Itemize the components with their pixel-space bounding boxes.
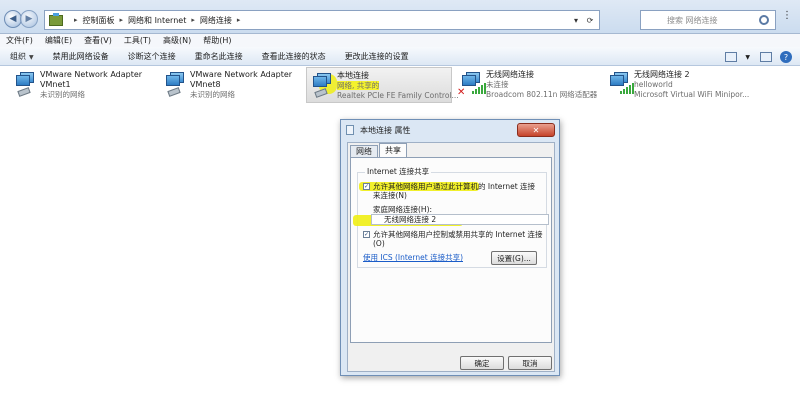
chevron-right-icon: ▸ — [191, 16, 195, 24]
allow-sharing-line1: 允许其他网络用户通过此计算机的 Internet 连接 — [373, 182, 536, 191]
tab-sharing[interactable]: 共享 — [379, 143, 407, 157]
menu-bar: 文件(F) 编辑(E) 查看(V) 工具(T) 高级(N) 帮助(H) — [0, 34, 800, 47]
adapter-status: helloworld — [634, 80, 673, 89]
arrow-left-icon: ◀ — [9, 14, 17, 24]
adapter-name-line2: VMnet8 — [190, 80, 221, 89]
allow-sharing-label: 允许其他网络用户通过此计算机的 Internet 连接 来连接(N) — [373, 182, 543, 200]
diagnose-button[interactable]: 诊断这个连接 — [128, 51, 176, 62]
view-status-button[interactable]: 查看此连接的状态 — [262, 51, 326, 62]
adapter-name: VMware Network Adapter — [190, 70, 293, 79]
dialog-body: 网络 共享 Internet 连接共享 ✓ 允许其他网络用户通过此计算机的 In… — [347, 142, 555, 372]
chevron-right-icon: ▸ — [236, 16, 241, 24]
wireless-adapter-icon — [604, 67, 634, 103]
allow-control-label: 允许其他网络用户控制或禁用共享的 Internet 连接 (O) — [373, 230, 543, 248]
tab-network[interactable]: 网络 — [350, 145, 378, 157]
chevron-right-icon: ▸ — [119, 16, 124, 24]
address-input[interactable]: ▸ 控制面板 ▸ 网络和 Internet ▸ 网络连接 ▸ ▾ ⟳ — [44, 10, 600, 30]
arrow-right-icon: ▶ — [25, 14, 33, 24]
change-settings-button[interactable]: 更改此连接的设置 — [345, 51, 409, 62]
search-input[interactable]: 搜索 网络连接 — [640, 10, 776, 30]
allow-sharing-line2: 来连接(N) — [373, 191, 407, 200]
adapter-name: 本地连接 — [337, 71, 369, 80]
ok-button[interactable]: 确定 — [460, 356, 504, 370]
adapter-device: Broadcom 802.11n 网络适配器 — [486, 90, 598, 99]
menu-view[interactable]: 查看(V) — [84, 35, 112, 46]
adapter-name: 无线网络连接 2 — [634, 70, 690, 79]
adapter-vmnet1[interactable]: VMware Network Adapter VMnet1 未识别的网络 — [10, 67, 143, 103]
dialog-title: 本地连接 属性 — [360, 125, 411, 135]
breadcrumb-item[interactable]: 网络和 Internet — [128, 15, 186, 26]
allow-sharing-checkbox[interactable]: ✓ — [363, 183, 370, 190]
adapter-wireless[interactable]: ✕ 无线网络连接 未连接 Broadcom 802.11n 网络适配器 — [456, 67, 598, 103]
adapter-name: 无线网络连接 — [486, 70, 534, 79]
adapter-status-text: 网络, 共享的 — [337, 81, 380, 90]
network-adapter-icon — [160, 67, 190, 103]
home-network-select[interactable]: 无线网络连接 2 — [371, 214, 549, 225]
adapter-local-connection[interactable]: 本地连接 网络, 共享的 Realtek PCIe FE Family Cont… — [306, 67, 459, 104]
allow-control-line1: 允许其他网络用户控制或禁用共享的 Internet 连接 — [373, 230, 543, 239]
menu-tools[interactable]: 工具(T) — [124, 35, 151, 46]
rename-button[interactable]: 重命名此连接 — [195, 51, 243, 62]
adapter-status: 未连接 — [486, 80, 509, 89]
adapter-device: Realtek PCIe FE Family Control... — [337, 91, 459, 100]
organize-button[interactable]: 组织 ▼ — [10, 51, 34, 62]
group-title: Internet 连接共享 — [365, 166, 432, 177]
allow-control-line2: (O) — [373, 239, 385, 248]
preview-pane-icon[interactable] — [760, 52, 772, 62]
adapter-status: 未识别的网络 — [40, 90, 85, 99]
adapter-vmnet8[interactable]: VMware Network Adapter VMnet8 未识别的网络 — [160, 67, 293, 103]
properties-dialog: 本地连接 属性 ✕ 网络 共享 Internet 连接共享 ✓ 允许其他网络用户… — [340, 119, 560, 376]
breadcrumb-item[interactable]: 网络连接 — [200, 15, 232, 26]
menu-edit[interactable]: 编辑(E) — [45, 35, 72, 46]
menu-advanced[interactable]: 高级(N) — [163, 35, 191, 46]
signal-bars-icon — [472, 83, 487, 94]
adapter-name: VMware Network Adapter — [40, 70, 143, 79]
help-icon[interactable]: ? — [780, 51, 792, 63]
disconnected-icon: ✕ — [457, 87, 466, 98]
search-placeholder: 搜索 网络连接 — [667, 15, 718, 25]
chevron-down-icon: ▼ — [29, 53, 34, 61]
adapter-list: VMware Network Adapter VMnet1 未识别的网络 VMw… — [0, 67, 800, 103]
command-bar: 组织 ▼ 禁用此网络设备 诊断这个连接 重命名此连接 查看此连接的状态 更改此连接… — [0, 47, 800, 66]
adapter-status: 未识别的网络 — [190, 90, 235, 99]
allow-control-checkbox[interactable]: ✓ — [363, 231, 370, 238]
close-button[interactable]: ✕ — [517, 123, 555, 137]
menu-file[interactable]: 文件(F) — [6, 35, 33, 46]
chevron-down-icon[interactable]: ▾ — [569, 13, 583, 27]
ics-help-link[interactable]: 使用 ICS (Internet 连接共享) — [363, 252, 463, 263]
adapter-name-line2: VMnet1 — [40, 80, 71, 89]
adapter-wireless-2[interactable]: 无线网络连接 2 helloworld Microsoft Virtual Wi… — [604, 67, 784, 103]
chevron-down-icon[interactable]: ▼ — [745, 54, 750, 61]
close-icon: ✕ — [532, 125, 540, 135]
address-bar: ◀ ▶ ▸ 控制面板 ▸ 网络和 Internet ▸ 网络连接 ▸ ▾ ⟳ 搜… — [0, 0, 800, 34]
cancel-button[interactable]: 取消 — [508, 356, 552, 370]
breadcrumb-item[interactable]: 控制面板 — [83, 15, 115, 26]
network-adapter-icon — [10, 67, 40, 103]
adapter-device: Microsoft Virtual WiFi Minipor... — [634, 90, 750, 99]
view-options-icon[interactable] — [725, 52, 738, 62]
network-adapter-icon — [307, 68, 337, 104]
signal-bars-icon — [620, 83, 635, 94]
adapter-status: 网络, 共享的 — [337, 81, 459, 91]
chevron-right-icon: ▸ — [74, 16, 78, 24]
network-icon — [346, 125, 354, 135]
window-control-icon[interactable]: ⋮ — [782, 10, 794, 30]
organize-label: 组织 — [10, 51, 26, 61]
sharing-panel: Internet 连接共享 ✓ 允许其他网络用户通过此计算机的 Internet… — [350, 157, 552, 343]
search-icon — [759, 15, 769, 25]
tab-strip: 网络 共享 — [350, 143, 408, 157]
wireless-adapter-icon: ✕ — [456, 67, 486, 103]
refresh-icon[interactable]: ⟳ — [583, 13, 597, 27]
breadcrumb: ▸ 控制面板 ▸ 网络和 Internet ▸ 网络连接 ▸ — [69, 15, 245, 26]
menu-help[interactable]: 帮助(H) — [203, 35, 231, 46]
control-panel-icon — [49, 12, 63, 26]
disable-device-button[interactable]: 禁用此网络设备 — [53, 51, 109, 62]
settings-button[interactable]: 设置(G)... — [491, 251, 537, 265]
forward-button[interactable]: ▶ — [20, 10, 38, 28]
